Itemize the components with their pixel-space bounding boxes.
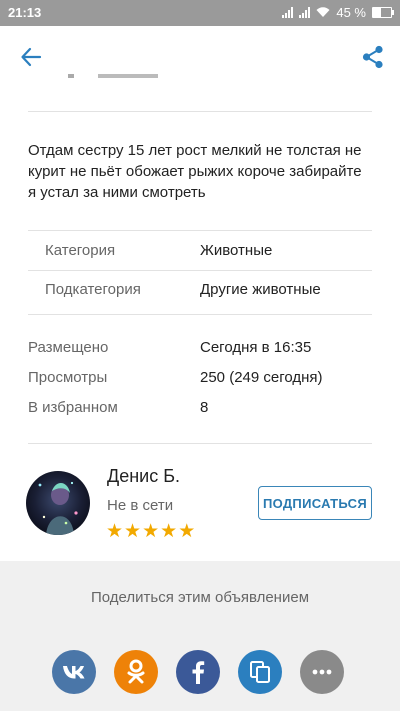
- seller-status: Не в сети: [107, 497, 174, 514]
- share-title: Поделиться этим объявлением: [90, 589, 310, 606]
- share-copy-button[interactable]: [238, 650, 282, 694]
- arrow-left-icon: [21, 47, 42, 67]
- share-buttons: [52, 650, 344, 694]
- share-panel: Поделиться этим объявлением: [0, 561, 400, 711]
- divider: [28, 443, 372, 444]
- category-value: Животные: [200, 242, 273, 259]
- wifi-icon: [316, 7, 330, 17]
- divider: [28, 230, 372, 231]
- divider: [28, 314, 372, 315]
- back-button[interactable]: [12, 38, 50, 76]
- battery-icon: [372, 7, 394, 18]
- copy-icon: [250, 661, 270, 683]
- divider: [28, 270, 372, 271]
- posted-value: Сегодня в 16:35: [200, 339, 312, 356]
- subcategory-value: Другие животные: [200, 281, 321, 298]
- signal-icon-2: [299, 7, 311, 18]
- seller-name[interactable]: Денис Б.: [107, 466, 180, 487]
- share-icon: [362, 45, 383, 69]
- favorites-value: 8: [200, 399, 209, 416]
- category-label: Категория: [45, 242, 116, 259]
- posted-label: Размещено: [28, 339, 109, 356]
- share-button[interactable]: [354, 38, 392, 76]
- listing-description: Отдам сестру 15 лет рост мелкий не толст…: [28, 142, 362, 201]
- more-icon: [312, 669, 332, 675]
- odnoklassniki-icon: [127, 659, 145, 684]
- subcategory-row: Подкатегория Другие животные: [45, 281, 365, 301]
- share-more-button[interactable]: [300, 650, 344, 694]
- star-icon: ★: [160, 521, 178, 542]
- battery-percent: 45 %: [336, 5, 366, 20]
- avatar-image: [26, 471, 90, 535]
- star-icon: ★: [178, 521, 196, 542]
- star-icon: ★: [142, 521, 160, 542]
- subscribe-button[interactable]: ПОДПИСАТЬСЯ: [258, 486, 372, 520]
- signal-icon: [282, 7, 294, 18]
- views-row: Просмотры 250 (249 сегодня): [28, 369, 372, 389]
- facebook-icon: [192, 661, 205, 684]
- status-time: 21:13: [8, 5, 42, 20]
- favorites-row: В избранном 8: [28, 399, 372, 419]
- posted-row: Размещено Сегодня в 16:35: [28, 339, 372, 359]
- views-value: 250 (249 сегодня): [200, 369, 323, 386]
- avatar[interactable]: [26, 471, 90, 535]
- subcategory-label: Подкатегория: [45, 281, 141, 298]
- category-row: Категория Животные: [45, 242, 365, 262]
- share-facebook-button[interactable]: [176, 650, 220, 694]
- status-icons: 45 %: [282, 5, 394, 20]
- seller-rating: ★ ★ ★ ★ ★: [106, 522, 195, 542]
- favorites-label: В избранном: [28, 399, 118, 416]
- star-icon: ★: [106, 521, 124, 542]
- scrolled-content-edge: [28, 74, 168, 88]
- status-bar: 21:13 45 %: [0, 0, 400, 26]
- vk-icon: [63, 666, 85, 679]
- views-label: Просмотры: [28, 369, 108, 386]
- share-odnoklassniki-button[interactable]: [114, 650, 158, 694]
- scroll-edge-marks: [68, 74, 158, 78]
- divider: [28, 111, 372, 112]
- star-icon: ★: [124, 521, 142, 542]
- share-vk-button[interactable]: [52, 650, 96, 694]
